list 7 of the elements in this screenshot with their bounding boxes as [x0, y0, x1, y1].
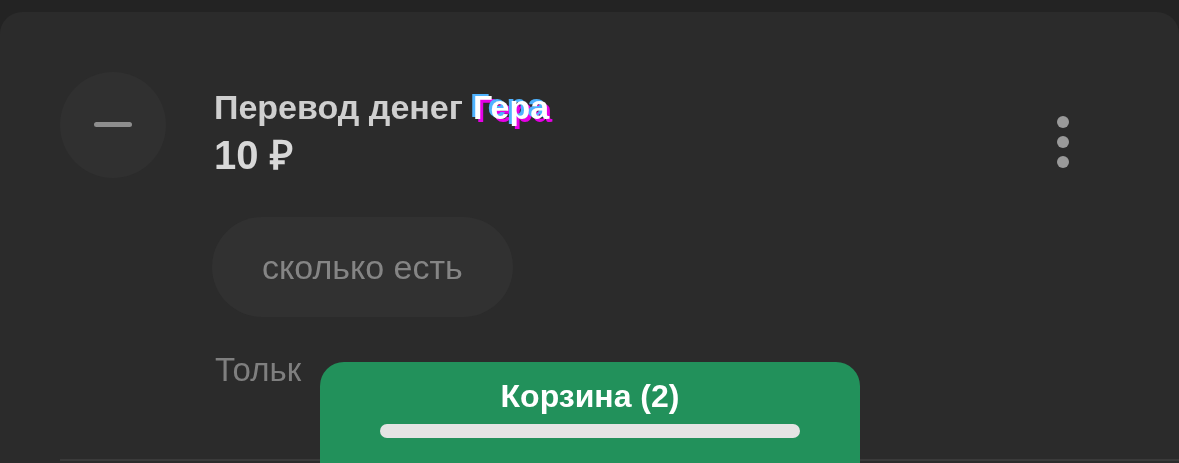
item-title: Перевод денег	[214, 87, 463, 128]
amount-chip[interactable]: сколько есть	[212, 217, 513, 317]
more-icon[interactable]	[1056, 115, 1070, 169]
recipient-name: Гера	[472, 87, 550, 128]
note-text: Тольк	[215, 350, 303, 390]
minus-icon	[94, 122, 132, 128]
amount: 10 ₽	[214, 132, 294, 179]
